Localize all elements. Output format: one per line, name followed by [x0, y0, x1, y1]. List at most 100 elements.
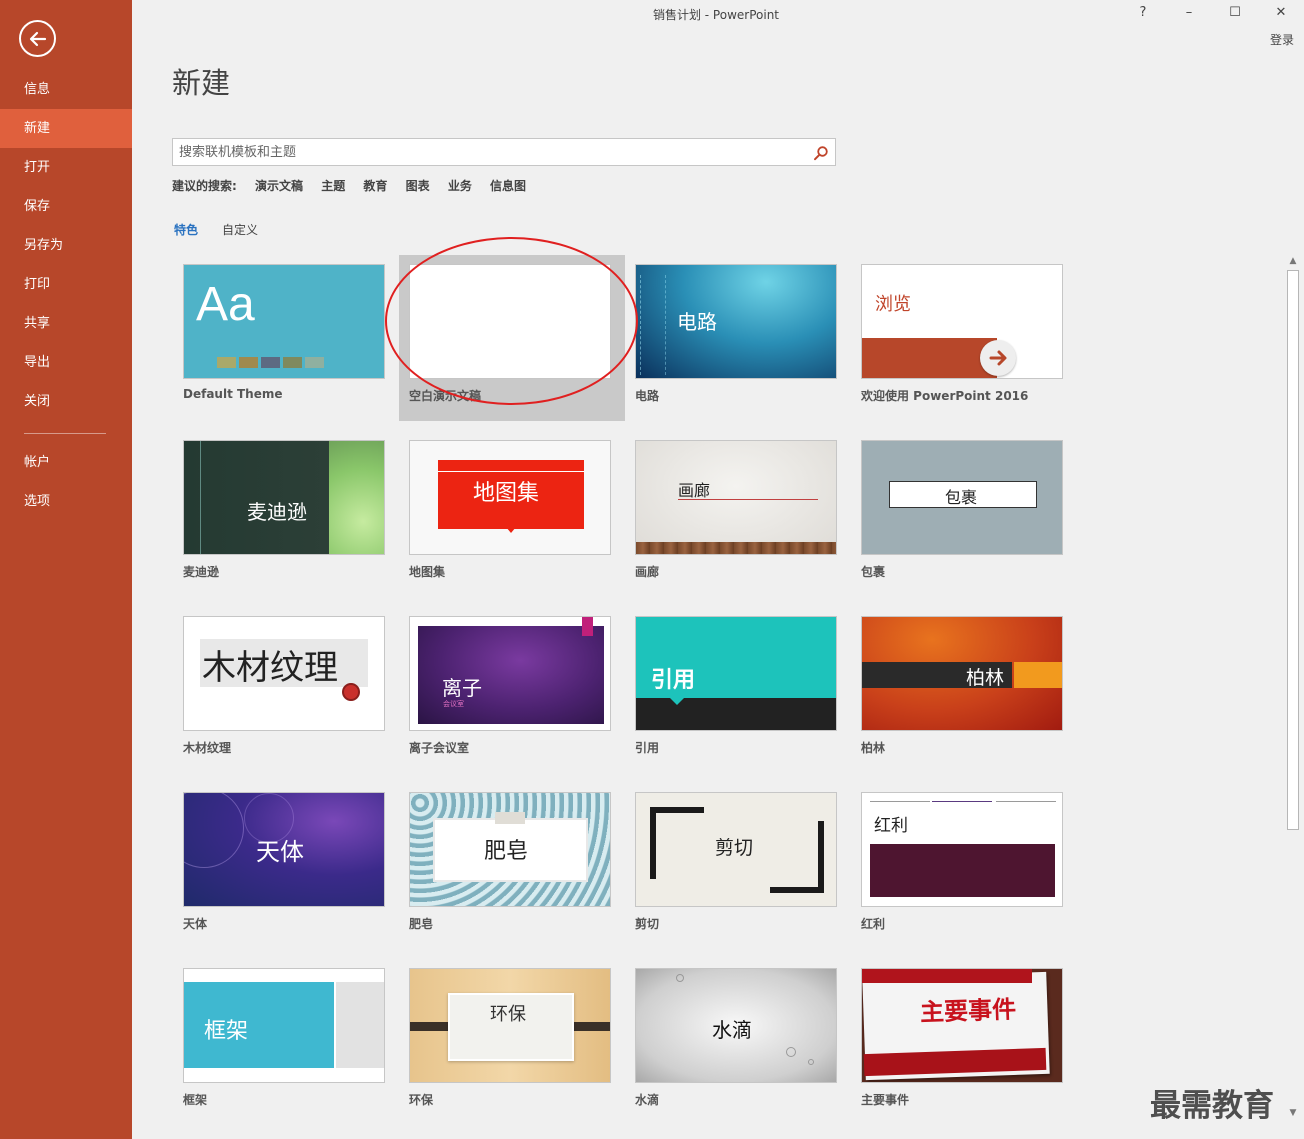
template-madison[interactable]: 麦迪逊 麦迪逊: [173, 431, 399, 597]
template-atlas[interactable]: 地图集 地图集: [399, 431, 625, 597]
suggest-link-education[interactable]: 教育: [363, 179, 387, 193]
rule: [870, 801, 930, 802]
template-thumbnail: 柏林: [861, 616, 1063, 731]
template-thumbnail: 红利: [861, 792, 1063, 907]
droplet: [786, 1047, 796, 1057]
suggest-link-theme[interactable]: 主题: [321, 179, 345, 193]
template-parcel[interactable]: 包裹 包裹: [851, 431, 1077, 597]
template-thumbnail: 主要事件: [861, 968, 1063, 1083]
template-label: 环保: [409, 1093, 434, 1107]
watermark: 最需教育: [1150, 1088, 1274, 1124]
sidebar-item-new[interactable]: 新建: [0, 109, 132, 148]
sidebar-item-info[interactable]: 信息: [0, 70, 132, 109]
window-title: 销售计划 - PowerPoint: [652, 8, 780, 22]
template-label: 天体: [183, 917, 208, 931]
template-thumbnail: 画廊: [635, 440, 837, 555]
sidebar-item-options[interactable]: 选项: [0, 482, 132, 521]
circuit-lines: [640, 275, 666, 375]
template-label: 空白演示文稿: [409, 389, 482, 403]
search-input[interactable]: [179, 142, 799, 162]
title-line: [438, 471, 584, 472]
template-thumbnail: 水滴: [635, 968, 837, 1083]
sidebar-item-open[interactable]: 打开: [0, 148, 132, 187]
tab-featured[interactable]: 特色: [174, 221, 198, 238]
sidebar-item-print[interactable]: 打印: [0, 265, 132, 304]
template-blank-presentation[interactable]: 空白演示文稿: [399, 255, 625, 421]
template-label: 主要事件: [861, 1093, 910, 1107]
sidebar-item-close[interactable]: 关闭: [0, 382, 132, 421]
vertical-scrollbar[interactable]: ▲ ▼: [1284, 254, 1302, 1124]
template-default-theme[interactable]: Aa Default Theme: [173, 255, 399, 421]
color-swatch: [261, 357, 280, 368]
scroll-down-icon[interactable]: ▼: [1287, 1108, 1299, 1120]
template-label: 引用: [635, 741, 660, 755]
template-thumbnail: [409, 264, 611, 379]
droplet: [676, 974, 684, 982]
template-dividend[interactable]: 红利 红利: [851, 783, 1077, 949]
scrollbar-thumb[interactable]: [1287, 270, 1299, 830]
template-berlin[interactable]: 柏林 柏林: [851, 607, 1077, 773]
template-thumbnail: 木材纹理: [183, 616, 385, 731]
sidebar-item-account[interactable]: 帐户: [0, 443, 132, 482]
template-label: 肥皂: [409, 917, 434, 931]
droplet: [808, 1059, 814, 1065]
template-frame[interactable]: 框架 框架: [173, 959, 399, 1125]
template-label: 地图集: [409, 565, 446, 579]
template-droplet[interactable]: 水滴 水滴: [625, 959, 851, 1125]
template-label: Default Theme: [183, 387, 283, 401]
suggest-link-chart[interactable]: 图表: [406, 179, 430, 193]
crop-corner: [650, 807, 704, 879]
wood-floor: [636, 542, 836, 554]
search-icon[interactable]: [813, 145, 829, 161]
sidebar-item-save-as[interactable]: 另存为: [0, 226, 132, 265]
crop-corner: [770, 821, 824, 893]
template-savon[interactable]: 肥皂 肥皂: [399, 783, 625, 949]
template-wood-type[interactable]: 木材纹理 木材纹理: [173, 607, 399, 773]
sidebar-item-save[interactable]: 保存: [0, 187, 132, 226]
color-swatch: [239, 357, 258, 368]
rule: [932, 801, 992, 802]
template-label: 水滴: [635, 1093, 660, 1107]
template-quotable[interactable]: 引用 引用: [625, 607, 851, 773]
minimize-icon[interactable]: –: [1176, 3, 1202, 23]
color-swatch: [305, 357, 324, 368]
scroll-up-icon[interactable]: ▲: [1287, 256, 1299, 268]
template-label: 电路: [635, 389, 660, 403]
seal-icon: [342, 683, 360, 701]
help-icon[interactable]: ?: [1130, 3, 1156, 23]
tab-custom[interactable]: 自定义: [222, 221, 258, 238]
sidebar-item-export[interactable]: 导出: [0, 343, 132, 382]
template-label: 离子会议室: [409, 741, 470, 755]
rule: [996, 801, 1056, 802]
suggest-link-infographic[interactable]: 信息图: [490, 179, 526, 193]
template-organic[interactable]: 环保 环保: [399, 959, 625, 1125]
dark-band: [636, 698, 836, 730]
template-label: 红利: [861, 917, 886, 931]
color-block: [870, 844, 1055, 897]
template-welcome-powerpoint[interactable]: 浏览 欢迎使用 PowerPoint 2016: [851, 255, 1077, 421]
template-thumbnail: 框架: [183, 968, 385, 1083]
suggest-link-business[interactable]: 业务: [448, 179, 472, 193]
maximize-icon[interactable]: ☐: [1222, 3, 1248, 23]
template-label: 柏林: [861, 741, 886, 755]
template-celestial[interactable]: 天体 天体: [173, 783, 399, 949]
pointer: [506, 527, 516, 533]
template-circuit[interactable]: 电路 电路: [625, 255, 851, 421]
template-crop[interactable]: 剪切 剪切: [625, 783, 851, 949]
signin-link[interactable]: 登录: [1270, 31, 1294, 48]
backstage-sidebar: 信息 新建 打开 保存 另存为 打印 共享 导出 关闭 帐户 选项: [0, 0, 132, 1139]
accent-tab: [582, 617, 593, 636]
template-ion-boardroom[interactable]: 离子 会议室 离子会议室: [399, 607, 625, 773]
template-gallery[interactable]: 画廊 画廊: [625, 431, 851, 597]
template-main-event[interactable]: 主要事件 主要事件: [851, 959, 1077, 1125]
accent-line: [200, 441, 201, 554]
page-title: 新建: [172, 66, 231, 100]
template-label: 框架: [183, 1093, 208, 1107]
suggest-link-presentation[interactable]: 演示文稿: [255, 179, 303, 193]
back-arrow-icon[interactable]: [19, 20, 56, 57]
template-label: 包裹: [861, 565, 886, 579]
suggested-label: 建议的搜索:: [172, 179, 237, 193]
sidebar-item-share[interactable]: 共享: [0, 304, 132, 343]
template-thumbnail: 环保: [409, 968, 611, 1083]
close-icon[interactable]: ✕: [1268, 3, 1294, 23]
